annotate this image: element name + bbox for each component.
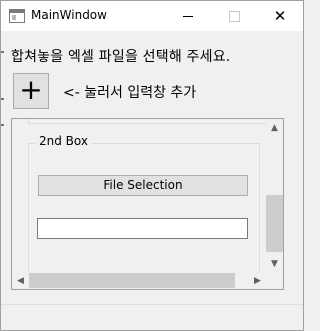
edge-mark	[1, 124, 4, 126]
file-selection-button[interactable]: File Selection	[38, 175, 248, 196]
file-path-field[interactable]	[37, 218, 248, 239]
edge-mark	[1, 51, 4, 53]
instruction-label: 합쳐놓을 엑셀 파일을 선택해 주세요.	[11, 49, 231, 65]
previous-groupbox-edge	[28, 119, 272, 124]
horizontal-scrollbar[interactable]: ◀ ▶	[12, 272, 266, 289]
scroll-left-icon[interactable]: ◀	[12, 272, 29, 289]
scroll-down-icon[interactable]: ▼	[266, 255, 283, 272]
maximize-button[interactable]	[211, 1, 257, 31]
minimize-icon	[183, 15, 193, 17]
groupbox-title: 2nd Box	[36, 134, 91, 148]
title-bar[interactable]: MainWindow ✕	[1, 1, 303, 31]
horizontal-scroll-thumb[interactable]	[29, 273, 235, 288]
scroll-right-icon[interactable]: ▶	[249, 272, 266, 289]
add-input-button[interactable]: +	[13, 73, 49, 109]
scroll-up-icon[interactable]: ▲	[266, 119, 283, 136]
vertical-scrollbar[interactable]: ▲ ▼	[266, 119, 283, 272]
close-button[interactable]: ✕	[257, 1, 303, 31]
window-title: MainWindow	[31, 8, 107, 22]
close-icon: ✕	[273, 6, 287, 25]
main-window: MainWindow ✕ 합쳐놓을 엑셀 파일을 선택해 주세요. + <- 눌…	[0, 0, 304, 331]
minimize-button[interactable]	[165, 1, 211, 31]
edge-mark	[1, 98, 4, 100]
status-separator	[1, 304, 303, 305]
input-scroll-area[interactable]: 2nd Box File Selection ▲ ▼ ◀ ▶	[11, 118, 284, 290]
maximize-icon	[228, 10, 240, 22]
app-window-icon	[9, 9, 25, 23]
scroll-corner	[266, 272, 283, 289]
vertical-scroll-thumb[interactable]	[266, 195, 283, 252]
groupbox-2nd	[28, 143, 260, 275]
add-hint-label: <- 눌러서 입력창 추가	[63, 85, 197, 101]
